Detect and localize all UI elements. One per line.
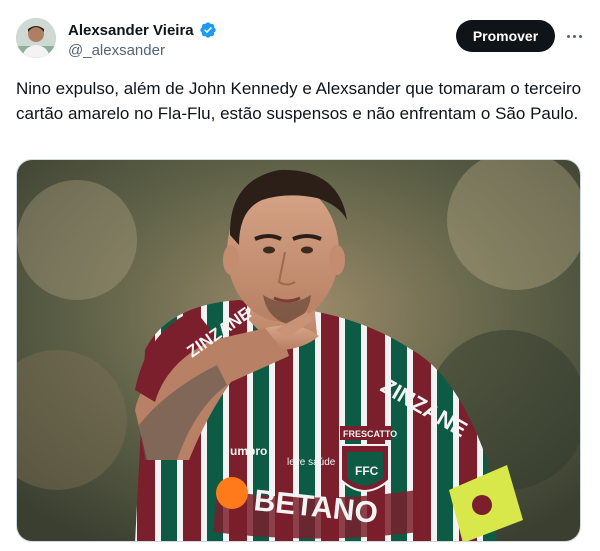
- tweet-text: Nino expulso, além de John Kennedy e Ale…: [16, 79, 582, 123]
- dot: [578, 34, 582, 38]
- author-name-row: Alexsander Vieira: [68, 19, 217, 41]
- dot: [572, 34, 576, 38]
- crest-letters: FFC: [355, 464, 379, 478]
- promote-button[interactable]: Promover: [456, 20, 555, 52]
- tweet-card: Alexsander Vieira @_alexsander Promover …: [0, 0, 600, 551]
- jersey-brand-text: umbro: [230, 444, 267, 458]
- more-options-icon[interactable]: [563, 24, 585, 48]
- verified-badge-icon[interactable]: [199, 21, 217, 39]
- tweet-photo[interactable]: ZINZANE ZINZANE FRESCATTO umbro leve saú…: [16, 159, 581, 542]
- jersey-secondary-sponsor: leve saúde: [287, 457, 336, 468]
- author-display-name[interactable]: Alexsander Vieira: [68, 22, 194, 39]
- author-handle[interactable]: @_alexsander: [68, 42, 217, 59]
- author-info: Alexsander Vieira @_alexsander: [68, 19, 217, 59]
- jersey-sponsor-chest: FRESCATTO: [343, 429, 397, 439]
- dot: [566, 34, 570, 38]
- author-avatar[interactable]: [16, 18, 56, 58]
